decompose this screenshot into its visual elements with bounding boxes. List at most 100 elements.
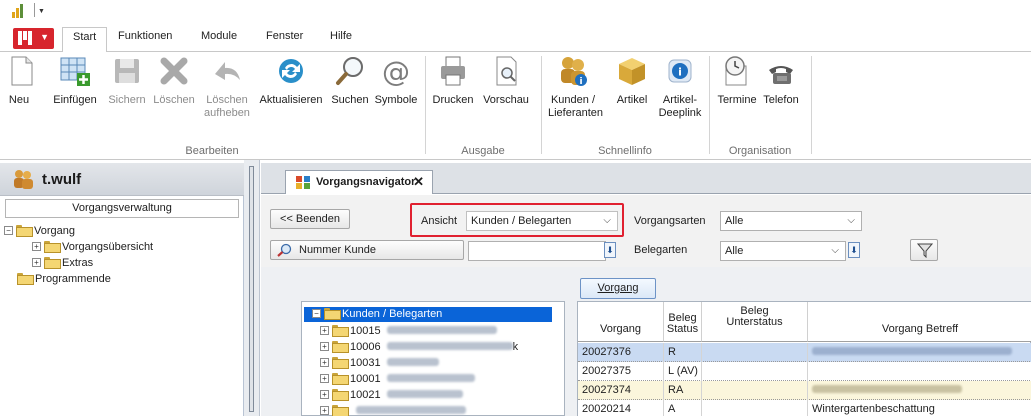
symbols-button[interactable]: @ Symbole xyxy=(373,54,419,107)
undelete-label-2: aufheben xyxy=(204,107,250,119)
tab-hilfe[interactable]: Hilfe xyxy=(330,30,352,42)
expand-icon[interactable]: + xyxy=(320,326,329,335)
tree-item-programmende[interactable]: Programmende xyxy=(14,271,111,287)
tree-item-extras[interactable]: + Extras xyxy=(32,255,93,271)
tree-customer-row[interactable]: +10015 xyxy=(320,323,497,339)
customer-number: 10031 xyxy=(350,357,381,369)
print-label: Drucken xyxy=(432,94,474,106)
clock-calendar-icon xyxy=(720,54,754,88)
customer-number: 10015 xyxy=(350,325,381,337)
tree-item-vorgangsuebersicht[interactable]: + Vorgangsübersicht xyxy=(32,239,153,255)
search-person-icon xyxy=(277,243,293,257)
tree-customer-row[interactable]: +10001 xyxy=(320,371,475,387)
expand-icon[interactable]: + xyxy=(32,242,41,251)
tab-funktionen[interactable]: Funktionen xyxy=(118,30,172,42)
tree-customer-row[interactable]: +10006 k xyxy=(320,339,518,355)
belegarten-picker-icon[interactable]: ⬇ xyxy=(848,242,860,258)
tab-start[interactable]: Start xyxy=(62,27,108,53)
cell-vorgang: 20027374 xyxy=(578,381,664,400)
table-row[interactable]: 20027376 R xyxy=(578,343,1031,362)
tree-customer-row[interactable]: +10031 xyxy=(320,355,439,371)
expand-icon[interactable]: + xyxy=(320,358,329,367)
insert-label: Einfügen xyxy=(53,94,97,106)
appointments-button[interactable]: Termine xyxy=(716,54,758,107)
kunde-input[interactable] xyxy=(468,241,606,261)
phone-button[interactable]: Telefon xyxy=(760,54,802,107)
expand-icon[interactable]: + xyxy=(320,390,329,399)
customer-tree-pane: − Kunden / Belegarten +10015 +10006 k +100… xyxy=(301,301,565,416)
vorgangsarten-select[interactable]: Alle ⌵ xyxy=(720,211,862,231)
customers-label-1: Kunden / xyxy=(550,94,596,106)
svg-text:i: i xyxy=(579,77,582,87)
table-row[interactable]: 20027374 RA xyxy=(578,381,1031,400)
collapse-icon[interactable]: − xyxy=(312,309,321,318)
belegarten-select[interactable]: Alle ⌵ xyxy=(720,241,846,261)
article-deeplink-button[interactable]: i Artikel- Deeplink xyxy=(656,54,704,120)
group-label-bearbeiten: Bearbeiten xyxy=(185,145,239,157)
username: t.wulf xyxy=(42,171,82,188)
cell-unterstatus xyxy=(702,381,808,400)
tree-root-label: Kunden / Belegarten xyxy=(342,308,443,320)
customer-number: 10006 xyxy=(350,341,381,353)
refresh-button[interactable]: Aktualisieren xyxy=(256,54,326,107)
highlight-frame xyxy=(410,203,624,237)
tab-fenster[interactable]: Fenster xyxy=(266,30,303,42)
qat-dropdown-icon[interactable]: ▼ xyxy=(38,8,45,15)
customers-suppliers-button[interactable]: i Kunden / Lieferanten xyxy=(548,54,603,120)
people-info-icon: i xyxy=(556,54,590,88)
folder-icon xyxy=(332,356,349,369)
vorgang-grid: Vorgang Beleg Status Beleg Unterstatus Vor… xyxy=(577,301,1031,416)
vorgangsarten-label: Vorgangsarten xyxy=(634,215,706,227)
folder-icon xyxy=(44,240,61,253)
vorgang-button-label: Vorgang xyxy=(597,282,639,294)
cell-status: L (AV) xyxy=(664,362,702,381)
svg-text:@: @ xyxy=(382,55,410,88)
tab-vorgangsnavigator[interactable]: Vorgangsnavigator ✕ xyxy=(285,170,433,194)
tree-label-extras: Extras xyxy=(62,257,94,269)
filter-clear-button[interactable] xyxy=(910,239,938,261)
tree-item-vorgang[interactable]: − Vorgang xyxy=(4,223,75,239)
delete-button[interactable]: Löschen xyxy=(152,54,196,107)
tree-customer-row[interactable]: +10021 xyxy=(320,387,463,403)
tab-title: Vorgangsnavigator xyxy=(316,176,416,188)
app-logo-icon xyxy=(12,4,24,18)
cell-betreff xyxy=(808,343,1031,362)
col-header-beleg-status[interactable]: Beleg Status xyxy=(664,302,702,342)
collapse-icon[interactable]: − xyxy=(4,226,13,235)
col-header-vorgang[interactable]: Vorgang xyxy=(578,302,664,342)
table-row[interactable]: 20020214 A Wintergartenbeschattung xyxy=(578,400,1031,416)
tree-customer-row[interactable]: + xyxy=(320,403,466,416)
vorgang-button[interactable]: Vorgang xyxy=(580,278,656,299)
panel-splitter[interactable] xyxy=(244,160,260,416)
expand-icon[interactable]: + xyxy=(32,258,41,267)
col-header-betreff[interactable]: Vorgang Betreff xyxy=(808,302,1031,342)
folder-icon xyxy=(17,272,34,285)
svg-text:i: i xyxy=(678,66,682,79)
nummer-kunde-button[interactable]: Nummer Kunde xyxy=(270,240,464,260)
back-button[interactable]: << Beenden xyxy=(270,209,350,229)
tree-root-selected[interactable]: − Kunden / Belegarten xyxy=(304,307,552,322)
expand-icon[interactable]: + xyxy=(320,406,329,415)
close-icon[interactable]: ✕ xyxy=(413,174,424,190)
undelete-button[interactable]: Löschen aufheben xyxy=(200,54,254,120)
kunde-picker-icon[interactable]: ⬇ xyxy=(604,242,616,258)
belegarten-label: Belegarten xyxy=(634,244,688,256)
section-bar[interactable]: Vorgangsverwaltung xyxy=(5,199,239,218)
chevron-down-icon: ⌵ xyxy=(847,215,855,226)
insert-button[interactable]: Einfügen xyxy=(52,54,98,107)
cell-vorgang: 20027375 xyxy=(578,362,664,381)
table-row[interactable]: 20027375 L (AV) xyxy=(578,362,1031,381)
preview-button[interactable]: Vorschau xyxy=(482,54,530,107)
save-button[interactable]: Sichern xyxy=(105,54,149,107)
col-header-beleg-unterstatus[interactable]: Beleg Unterstatus xyxy=(702,302,808,342)
expand-icon[interactable]: + xyxy=(320,342,329,351)
tab-module[interactable]: Module xyxy=(201,30,237,42)
article-button[interactable]: Artikel xyxy=(612,54,652,107)
new-button[interactable]: Neu xyxy=(4,54,34,107)
refresh-icon xyxy=(274,54,308,88)
search-button[interactable]: Suchen xyxy=(328,54,372,107)
header-line-2: Status xyxy=(666,323,699,335)
expand-icon[interactable]: + xyxy=(320,374,329,383)
print-button[interactable]: Drucken xyxy=(430,54,476,107)
application-menu-button[interactable]: ▼ xyxy=(13,28,54,49)
